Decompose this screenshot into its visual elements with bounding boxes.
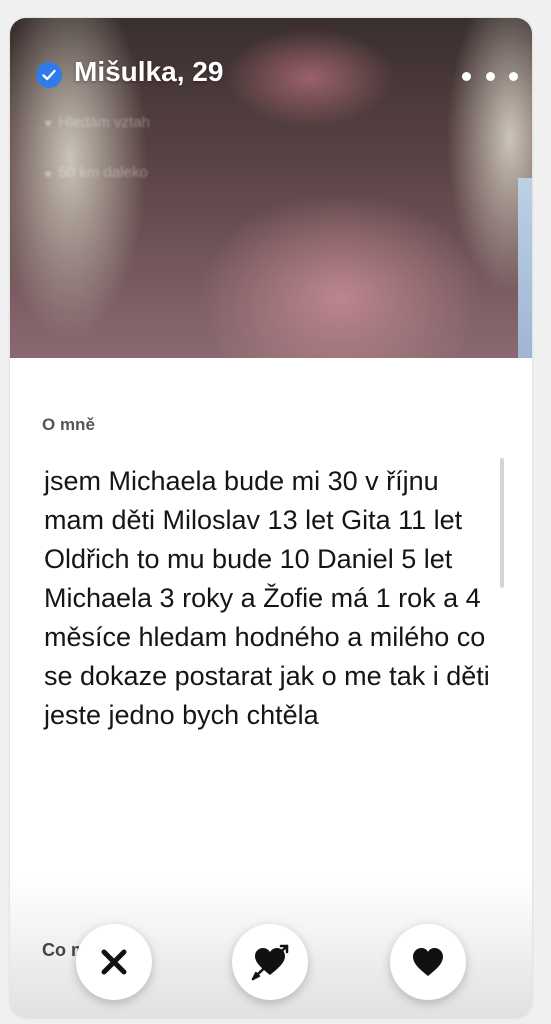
x-icon bbox=[101, 949, 127, 975]
about-text: jsem Michaela bude mi 30 v říjnu mam dět… bbox=[44, 466, 490, 730]
more-dot-icon bbox=[485, 71, 495, 81]
more-dot-icon bbox=[509, 71, 518, 81]
looking-for-row: ♥ Hledám vztah bbox=[44, 114, 150, 131]
distance-text: 50 km daleko bbox=[58, 164, 148, 181]
next-photo-edge bbox=[518, 178, 532, 358]
like-button[interactable] bbox=[390, 924, 466, 1000]
more-options-button[interactable] bbox=[462, 62, 518, 90]
bio-scrollbar[interactable] bbox=[500, 458, 504, 588]
super-like-button[interactable] bbox=[232, 924, 308, 1000]
verified-icon bbox=[36, 62, 62, 88]
distance-row: ● 50 km daleko bbox=[44, 164, 148, 181]
about-heading: O mně bbox=[42, 415, 95, 434]
heart-small-icon: ♥ bbox=[44, 114, 53, 131]
heart-arrow-icon bbox=[251, 944, 289, 981]
profile-photo[interactable]: Mišulka, 29 ♥ Hledám vztah ● 50 km dalek… bbox=[10, 18, 532, 358]
heart-icon bbox=[413, 948, 443, 976]
looking-for-text: Hledám vztah bbox=[58, 114, 151, 131]
profile-card[interactable]: Mišulka, 29 ♥ Hledám vztah ● 50 km dalek… bbox=[10, 18, 532, 1018]
pass-button[interactable] bbox=[76, 924, 152, 1000]
location-pin-icon: ● bbox=[44, 164, 53, 181]
more-dot-icon bbox=[462, 71, 471, 81]
profile-name: Mišulka, 29 bbox=[74, 56, 224, 87]
